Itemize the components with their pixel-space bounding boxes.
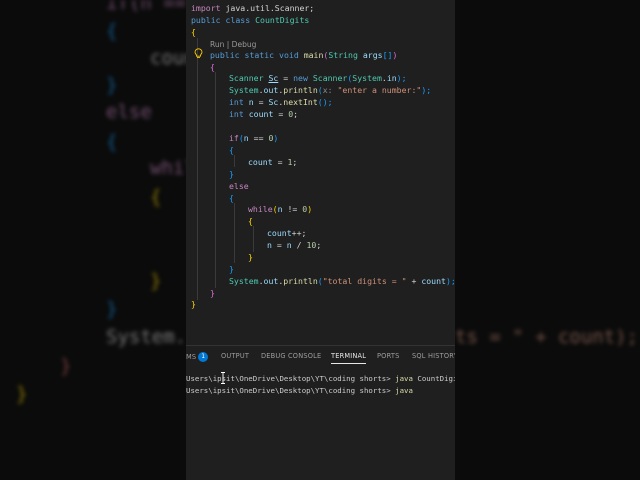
panel-tabs: MS 1 OUTPUT DEBUG CONSOLE TERMINAL PORTS …: [186, 352, 455, 366]
code-editor[interactable]: import java.util.Scanner; public class C…: [186, 0, 455, 340]
code-line-else-close: }: [229, 264, 234, 274]
tab-sql-history[interactable]: SQL HISTORY: [412, 352, 455, 360]
bg-line: {: [150, 186, 162, 208]
code-line-main-close: }: [210, 288, 215, 298]
code-line-while-close: }: [248, 252, 253, 262]
terminal-panel: MS 1 OUTPUT DEBUG CONSOLE TERMINAL PORTS …: [186, 345, 455, 480]
tab-ports[interactable]: PORTS: [377, 352, 399, 360]
indent-guide: [197, 38, 198, 300]
code-line-brace: {: [191, 27, 196, 37]
code-line-class: public class CountDigits: [191, 15, 310, 25]
problems-count-badge: 1: [198, 352, 209, 362]
bg-line: }: [150, 270, 162, 292]
indent-guide: [253, 226, 254, 252]
terminal-line[interactable]: Users\ipsit\OneDrive\Desktop\YT\coding s…: [186, 374, 455, 383]
indent-guide: [215, 72, 216, 288]
code-line-count-inc: count++;: [267, 228, 307, 238]
lightbulb-icon[interactable]: [194, 48, 203, 59]
code-line-println-prompt: System.out.println(x: "enter a number:")…: [229, 85, 432, 95]
bg-line: }: [16, 383, 28, 405]
bg-line: ts = " + count);: [455, 326, 639, 348]
bg-line: {: [106, 20, 118, 42]
bg-line: else: [106, 101, 152, 123]
code-line-import: import java.util.Scanner;: [191, 3, 315, 13]
code-line-if-open: {: [229, 145, 234, 155]
bg-line: }: [106, 298, 118, 320]
indent-guide: [234, 155, 235, 167]
code-line-count-init: int count = 0;: [229, 109, 299, 119]
code-line-n-div: n = n / 10;: [267, 240, 322, 250]
terminal-line[interactable]: Users\ipsit\OneDrive\Desktop\YT\coding s…: [186, 386, 413, 395]
code-line-while-open: {: [248, 216, 253, 226]
bg-line: {: [106, 131, 118, 153]
code-line-else: else: [229, 181, 249, 191]
code-line-else-open: {: [229, 193, 234, 203]
code-line-println-total: System.out.println("total digits = " + c…: [229, 276, 455, 286]
tab-output[interactable]: OUTPUT: [221, 352, 249, 360]
code-line-while: while(n != 0): [248, 204, 313, 214]
bg-line: }: [60, 355, 72, 377]
indent-guide: [234, 203, 235, 263]
editor-panel: import java.util.Scanner; public class C…: [186, 0, 455, 480]
code-line-count-one: count = 1;: [248, 157, 298, 167]
tab-problems[interactable]: MS 1: [186, 352, 209, 362]
code-line-main-open: {: [210, 62, 215, 72]
tab-terminal[interactable]: TERMINAL: [331, 352, 367, 364]
code-line-class-close: }: [191, 299, 196, 309]
code-line-nextint: int n = Sc.nextInt();: [229, 97, 333, 107]
code-line-main: public static void main(String args[]): [210, 50, 398, 60]
bg-line: System.: [106, 326, 187, 348]
code-line-if: if(n == 0): [229, 133, 279, 143]
code-line-if-close: }: [229, 169, 234, 179]
tab-debug-console[interactable]: DEBUG CONSOLE: [261, 352, 321, 360]
bg-line: }: [106, 74, 118, 96]
code-line-scanner: Scanner Sc = new Scanner(System.in);: [229, 73, 407, 83]
run-debug-codelens[interactable]: Run | Debug: [210, 40, 256, 49]
text-cursor-icon: [221, 372, 225, 384]
